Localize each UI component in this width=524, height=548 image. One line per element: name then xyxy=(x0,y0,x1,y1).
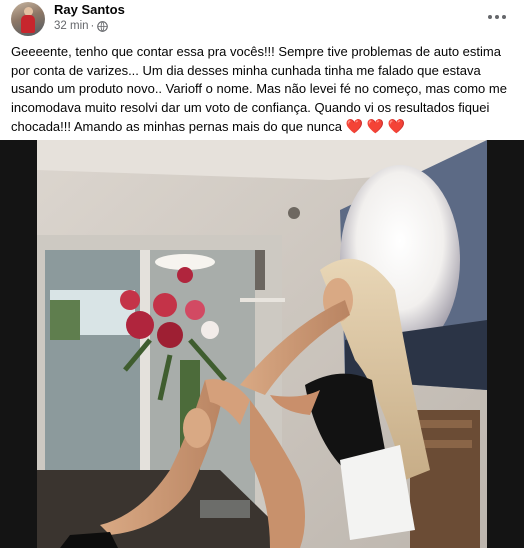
heart-emoji: ❤️ xyxy=(345,118,364,134)
heart-emoji: ❤️ xyxy=(387,118,406,134)
more-options-icon xyxy=(488,15,492,19)
post-time[interactable]: 32 min xyxy=(54,20,89,32)
more-options-dot xyxy=(502,15,506,19)
photo-illustration xyxy=(0,140,524,548)
more-options-dot xyxy=(495,15,499,19)
avatar-figure-body xyxy=(21,15,35,33)
heart-emoji: ❤️ xyxy=(366,118,385,134)
post-meta: 32 min · xyxy=(54,20,109,32)
post-text: Geeeente, tenho que contar essa pra você… xyxy=(11,43,516,137)
post-photo[interactable] xyxy=(0,140,524,548)
post-body: Geeeente, tenho que contar essa pra você… xyxy=(11,44,507,134)
author-name[interactable]: Ray Santos xyxy=(54,2,125,17)
post-header: Ray Santos 32 min · xyxy=(0,0,524,40)
more-options-button[interactable] xyxy=(484,6,510,28)
author-avatar[interactable] xyxy=(11,2,45,36)
globe-icon[interactable] xyxy=(97,20,109,32)
meta-separator: · xyxy=(90,20,95,32)
